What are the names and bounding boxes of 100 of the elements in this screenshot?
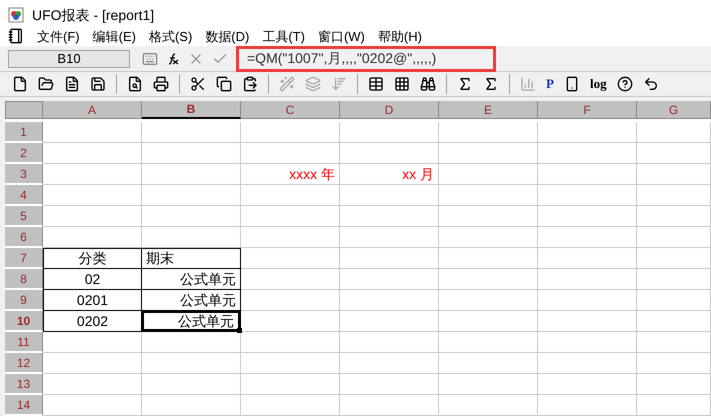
table-cell[interactable]: 公式单元	[142, 269, 241, 290]
row-header[interactable]: 6	[5, 227, 43, 248]
column-header[interactable]: G	[637, 101, 711, 119]
table-cell[interactable]	[637, 269, 711, 290]
table-cell[interactable]	[142, 395, 241, 416]
table-cell[interactable]	[637, 311, 711, 332]
table-cell[interactable]	[538, 311, 637, 332]
table-cell[interactable]	[439, 374, 538, 395]
table-cell[interactable]	[340, 290, 439, 311]
table-cell[interactable]	[340, 122, 439, 143]
table-cell[interactable]	[241, 290, 340, 311]
table-cell[interactable]	[340, 353, 439, 374]
table-cell[interactable]	[439, 332, 538, 353]
table-cell[interactable]	[340, 311, 439, 332]
row-header[interactable]: 12	[5, 353, 43, 374]
table-cell[interactable]: 0202	[43, 311, 142, 332]
table-cell[interactable]	[538, 269, 637, 290]
column-header[interactable]: E	[439, 101, 538, 119]
row-header[interactable]: 5	[5, 206, 43, 227]
table-cell[interactable]	[43, 353, 142, 374]
table-cell[interactable]	[43, 227, 142, 248]
row-header[interactable]: 1	[5, 122, 43, 143]
table-cell[interactable]	[43, 395, 142, 416]
table-cell[interactable]	[637, 290, 711, 311]
table-cell[interactable]	[43, 122, 142, 143]
cell-name-box[interactable]: B10	[8, 50, 130, 68]
table-cell[interactable]: 0201	[43, 290, 142, 311]
keyboard-icon[interactable]	[142, 50, 158, 66]
table-cell[interactable]	[439, 143, 538, 164]
row-header[interactable]: 7	[5, 248, 43, 269]
table-cell[interactable]	[538, 206, 637, 227]
table-cell[interactable]	[43, 374, 142, 395]
table-cell[interactable]	[43, 164, 142, 185]
table-cell[interactable]	[43, 185, 142, 206]
menu-item[interactable]: 窗口(W)	[318, 30, 365, 43]
table-cell[interactable]	[241, 395, 340, 416]
toolbar-button[interactable]: log	[586, 72, 611, 96]
table-cell[interactable]	[340, 143, 439, 164]
table-cell[interactable]	[439, 206, 538, 227]
table-cell[interactable]	[340, 395, 439, 416]
column-header[interactable]: D	[340, 101, 439, 119]
table-cell[interactable]	[340, 185, 439, 206]
table-cell[interactable]	[340, 248, 439, 269]
table-cell[interactable]	[637, 185, 711, 206]
table-cell[interactable]	[142, 374, 241, 395]
menu-item[interactable]: 编辑(E)	[92, 30, 136, 43]
table-cell[interactable]	[439, 311, 538, 332]
menu-item[interactable]: 工具(T)	[262, 30, 305, 43]
table-cell[interactable]	[637, 353, 711, 374]
table-cell[interactable]	[538, 143, 637, 164]
table-cell[interactable]	[439, 353, 538, 374]
table-cell[interactable]	[142, 164, 241, 185]
table-cell[interactable]	[340, 206, 439, 227]
table-cell[interactable]	[538, 395, 637, 416]
table-cell[interactable]	[142, 227, 241, 248]
table-cell[interactable]	[439, 248, 538, 269]
row-header[interactable]: 4	[5, 185, 43, 206]
table-cell[interactable]	[637, 122, 711, 143]
table-cell[interactable]	[538, 248, 637, 269]
table-cell[interactable]	[241, 185, 340, 206]
table-cell[interactable]	[538, 122, 637, 143]
table-cell[interactable]	[637, 395, 711, 416]
table-cell[interactable]	[439, 395, 538, 416]
table-cell[interactable]	[637, 332, 711, 353]
table-cell[interactable]	[43, 143, 142, 164]
table-cell[interactable]	[340, 332, 439, 353]
function-icon[interactable]	[166, 52, 180, 66]
table-cell[interactable]	[241, 248, 340, 269]
menu-item[interactable]: 帮助(H)	[378, 30, 422, 43]
column-header[interactable]: B	[142, 101, 241, 119]
table-cell[interactable]	[142, 353, 241, 374]
table-cell[interactable]	[241, 269, 340, 290]
row-header[interactable]: 9	[5, 290, 43, 311]
table-cell[interactable]	[538, 227, 637, 248]
corner-cell[interactable]	[5, 101, 43, 119]
row-header[interactable]: 14	[5, 395, 43, 416]
table-cell[interactable]	[637, 164, 711, 185]
table-cell[interactable]	[439, 122, 538, 143]
table-cell[interactable]: xxxx 年	[241, 164, 340, 185]
table-cell[interactable]	[340, 227, 439, 248]
table-cell[interactable]: 02	[43, 269, 142, 290]
table-cell[interactable]	[241, 143, 340, 164]
table-cell[interactable]: xx 月	[340, 164, 439, 185]
table-cell[interactable]	[538, 185, 637, 206]
column-header[interactable]: C	[241, 101, 340, 119]
table-cell[interactable]	[241, 206, 340, 227]
formula-field[interactable]: =QM("1007",月,,,,"0202@",,,,,)	[236, 46, 496, 72]
table-cell[interactable]	[637, 248, 711, 269]
table-cell[interactable]	[439, 164, 538, 185]
row-header[interactable]: 10	[5, 311, 43, 332]
table-cell[interactable]: 分类	[43, 248, 142, 269]
table-cell[interactable]	[43, 206, 142, 227]
table-cell[interactable]	[637, 206, 711, 227]
table-cell[interactable]	[538, 374, 637, 395]
table-cell[interactable]	[637, 227, 711, 248]
table-cell[interactable]	[241, 353, 340, 374]
table-cell[interactable]	[340, 269, 439, 290]
table-cell[interactable]	[142, 143, 241, 164]
table-cell[interactable]: 公式单元	[142, 290, 241, 311]
menu-item[interactable]: 数据(D)	[205, 30, 250, 43]
